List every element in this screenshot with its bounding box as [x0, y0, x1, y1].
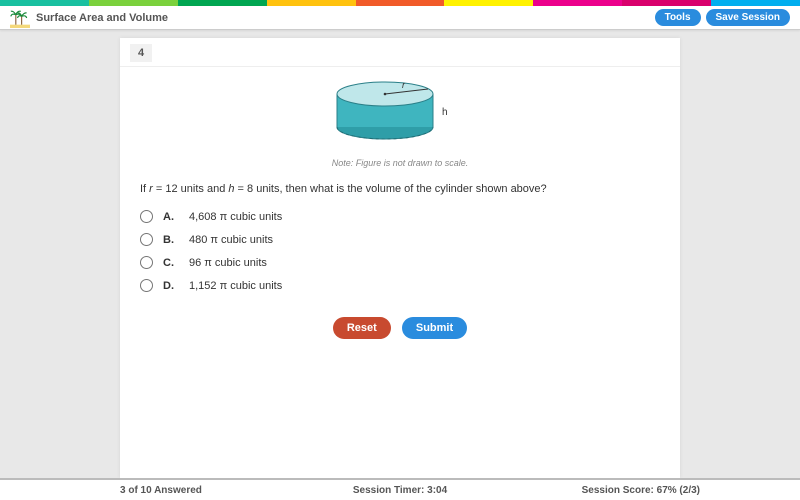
- save-session-button[interactable]: Save Session: [706, 9, 790, 26]
- choice-c[interactable]: C. 96 π cubic units: [140, 251, 660, 274]
- choice-list: A. 4,608 π cubic units B. 480 π cubic un…: [120, 205, 680, 297]
- question-number-row: 4: [120, 38, 680, 67]
- figure-note: Note: Figure is not drawn to scale.: [120, 158, 680, 168]
- choice-text: 96 π cubic units: [189, 257, 267, 269]
- header-bar: Surface Area and Volume Tools Save Sessi…: [0, 6, 800, 30]
- figure-area: r h Note: Figure is not drawn to scale.: [120, 67, 680, 172]
- page-title: Surface Area and Volume: [36, 12, 168, 24]
- prompt-mid2: = 8 units, then what is the volume of th…: [235, 183, 547, 195]
- choice-letter: D.: [163, 280, 177, 292]
- question-prompt: If r = 12 units and h = 8 units, then wh…: [120, 172, 680, 205]
- prompt-prefix: If: [140, 183, 149, 195]
- footer-answered: 3 of 10 Answered: [120, 485, 202, 496]
- choice-a[interactable]: A. 4,608 π cubic units: [140, 205, 660, 228]
- question-number: 4: [130, 44, 152, 62]
- choice-b-radio[interactable]: [140, 233, 153, 246]
- choice-text: 1,152 π cubic units: [189, 280, 282, 292]
- choice-d-radio[interactable]: [140, 279, 153, 292]
- choice-d[interactable]: D. 1,152 π cubic units: [140, 274, 660, 297]
- choice-letter: C.: [163, 257, 177, 269]
- footer-score: Session Score: 67% (2/3): [582, 485, 700, 496]
- footer-bar: 3 of 10 Answered Session Timer: 3:04 Ses…: [0, 478, 800, 500]
- choice-a-radio[interactable]: [140, 210, 153, 223]
- choice-b[interactable]: B. 480 π cubic units: [140, 228, 660, 251]
- reset-button[interactable]: Reset: [333, 317, 391, 339]
- action-row: Reset Submit: [120, 297, 680, 359]
- choice-text: 480 π cubic units: [189, 234, 273, 246]
- choice-c-radio[interactable]: [140, 256, 153, 269]
- choice-letter: A.: [163, 211, 177, 223]
- logo-icon: [10, 8, 30, 28]
- question-card: 4 r h Note: Figure is not drawn to scale…: [120, 38, 680, 478]
- choice-letter: B.: [163, 234, 177, 246]
- prompt-mid1: = 12 units and: [153, 183, 229, 195]
- cylinder-figure: r h: [320, 79, 480, 150]
- h-label: h: [442, 107, 448, 118]
- submit-button[interactable]: Submit: [402, 317, 467, 339]
- tools-button[interactable]: Tools: [655, 9, 701, 26]
- choice-text: 4,608 π cubic units: [189, 211, 282, 223]
